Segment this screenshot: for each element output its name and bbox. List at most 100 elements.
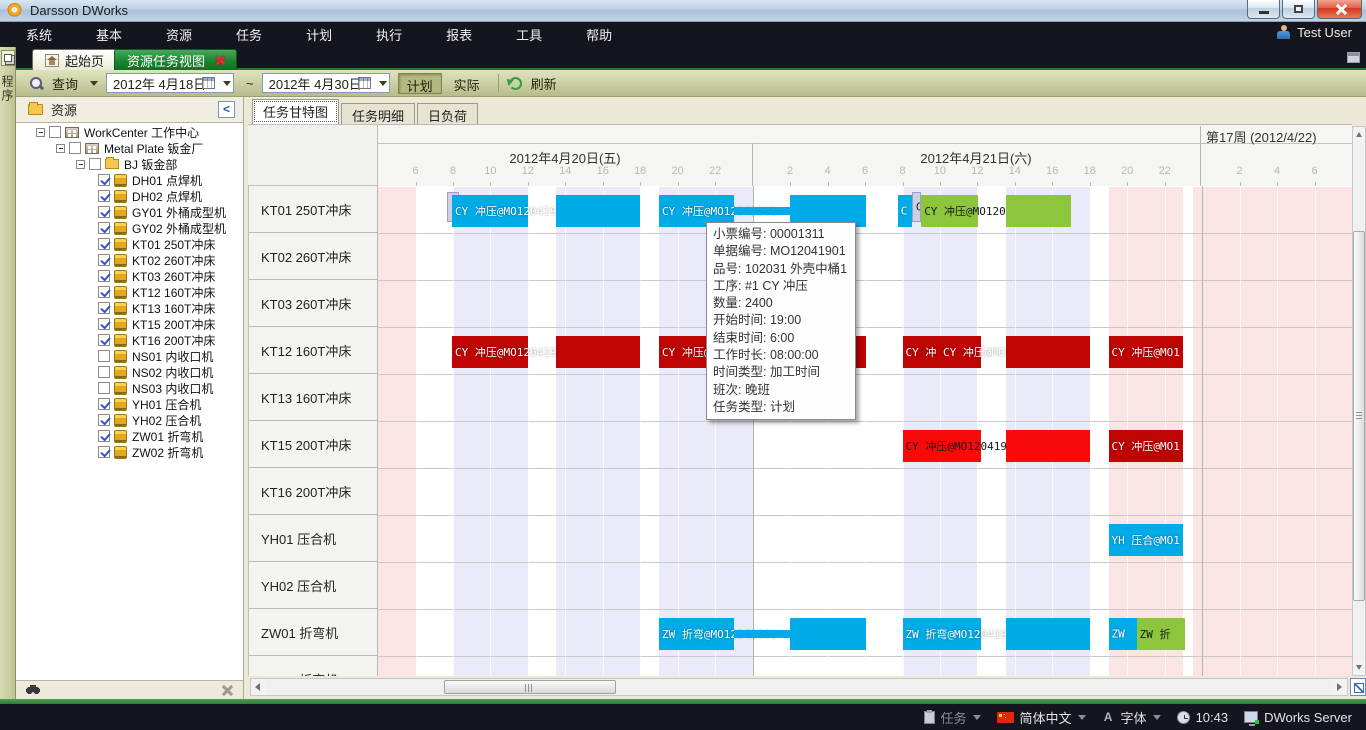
gantt-bar[interactable] <box>1006 336 1090 368</box>
tree-item[interactable]: ZW02 折弯机 <box>16 444 243 460</box>
menu-item-0[interactable]: 系统 <box>16 22 62 47</box>
checkbox[interactable] <box>98 238 110 250</box>
programs-tab[interactable] <box>1 50 15 66</box>
gantt-bar[interactable]: CY 冲压@MO12041901 <box>452 195 528 227</box>
date-from-dropdown-icon[interactable] <box>223 81 231 86</box>
checkbox[interactable] <box>49 126 61 138</box>
checkbox[interactable] <box>69 142 81 154</box>
tree-item[interactable]: KT12 160T冲床 <box>16 284 243 300</box>
gantt-bar-connector[interactable] <box>734 630 790 638</box>
menu-item-3[interactable]: 任务 <box>226 22 272 47</box>
gantt-bar[interactable]: CY 冲压@MO1 <box>1109 430 1184 462</box>
tree-item[interactable]: KT01 250T冲床 <box>16 236 243 252</box>
status-item-4[interactable]: DWorks Server <box>1244 710 1352 725</box>
menu-item-6[interactable]: 报表 <box>436 22 482 47</box>
title-bar[interactable]: Darsson DWorks <box>0 0 1366 22</box>
close-button[interactable] <box>1317 0 1362 19</box>
status-item-1[interactable]: 简体中文 <box>997 708 1086 727</box>
gantt-bar[interactable]: YH 压合@MO1 <box>1109 524 1184 556</box>
date-to-field[interactable]: 2012年 4月30日 <box>262 73 390 93</box>
tree-item[interactable]: BJ 钣金部 <box>16 156 243 172</box>
checkbox[interactable] <box>98 318 110 330</box>
date-from-field[interactable]: 2012年 4月18日 <box>106 73 234 93</box>
gantt-bar[interactable]: ZW 折弯@MO12041901 <box>903 618 982 650</box>
collapse-panel-button[interactable]: < <box>218 101 235 118</box>
checkbox[interactable] <box>98 270 110 282</box>
horizontal-scroll-thumb[interactable] <box>444 680 616 694</box>
tree-item[interactable]: KT15 200T冲床 <box>16 316 243 332</box>
gantt-bar[interactable]: C <box>898 195 912 227</box>
scroll-down-button[interactable] <box>1353 660 1365 675</box>
plan-toggle-button[interactable]: 计划 <box>398 73 442 94</box>
checkbox[interactable] <box>98 286 110 298</box>
gantt-bar[interactable] <box>556 336 640 368</box>
checkbox[interactable] <box>98 414 110 426</box>
gantt-bar[interactable]: ZW <box>1109 618 1137 650</box>
status-item-0[interactable]: 任务 <box>924 708 981 727</box>
minimize-button[interactable] <box>1247 0 1280 19</box>
date-to-dropdown-icon[interactable] <box>379 81 387 86</box>
tree-item[interactable]: YH02 压合机 <box>16 412 243 428</box>
vertical-scrollbar[interactable] <box>1352 126 1366 676</box>
tree-item[interactable]: ZW01 折弯机 <box>16 428 243 444</box>
gantt-tab-1[interactable]: 任务明细 <box>341 103 415 124</box>
tree-item[interactable]: WorkCenter 工作中心 <box>16 124 243 140</box>
tree-item[interactable]: YH01 压合机 <box>16 396 243 412</box>
checkbox[interactable] <box>98 254 110 266</box>
tree-item[interactable]: NS02 内收口机 <box>16 364 243 380</box>
gantt-bar-handle[interactable]: C <box>912 192 921 222</box>
checkbox[interactable] <box>89 158 101 170</box>
tree-item[interactable]: NS01 内收口机 <box>16 348 243 364</box>
tree-item[interactable]: KT03 260T冲床 <box>16 268 243 284</box>
gantt-bar[interactable]: ZW 折 <box>1137 618 1186 650</box>
checkbox[interactable] <box>98 190 110 202</box>
menu-item-7[interactable]: 工具 <box>506 22 552 47</box>
gantt-bar[interactable]: CY 冲压@MO12041903 <box>903 430 982 462</box>
tab-resource-task-view[interactable]: 资源任务视图 <box>114 49 237 70</box>
query-dropdown-icon[interactable] <box>90 81 98 86</box>
tree-item[interactable]: GY01 外桶成型机 <box>16 204 243 220</box>
gantt-bar[interactable] <box>1006 618 1090 650</box>
calendar-icon[interactable] <box>202 77 215 89</box>
window-list-icon[interactable] <box>1347 52 1360 63</box>
find-icon[interactable] <box>26 684 40 695</box>
gantt-bar[interactable]: CY 冲压@MO1 <box>1109 336 1184 368</box>
status-item-3[interactable]: 10:43 <box>1177 710 1229 725</box>
tree-item[interactable]: KT16 200T冲床 <box>16 332 243 348</box>
status-item-2[interactable]: A字体 <box>1102 708 1161 727</box>
tree-item[interactable]: Metal Plate 钣金厂 <box>16 140 243 156</box>
user-box[interactable]: Test User <box>1277 25 1352 40</box>
tree-item[interactable]: GY02 外桶成型机 <box>16 220 243 236</box>
gantt-bar-connector[interactable] <box>734 207 790 215</box>
checkbox[interactable] <box>98 350 110 362</box>
gantt-bar[interactable] <box>1006 430 1090 462</box>
dropdown-caret-icon[interactable] <box>1153 715 1161 720</box>
tree-item[interactable]: DH02 点焊机 <box>16 188 243 204</box>
checkbox[interactable] <box>98 446 110 458</box>
gantt-bar[interactable]: CY 冲压@MO12041902 <box>921 195 978 227</box>
tree-item[interactable]: KT02 260T冲床 <box>16 252 243 268</box>
gantt-bar[interactable] <box>1006 195 1072 227</box>
checkbox[interactable] <box>98 430 110 442</box>
checkbox[interactable] <box>98 222 110 234</box>
checkbox[interactable] <box>98 398 110 410</box>
gantt-bar[interactable]: CY 冲 CY 冲压@MO12041904 <box>903 336 982 368</box>
gantt-bar[interactable]: ZW 折弯@MO12041901 <box>659 618 734 650</box>
gantt-bar[interactable] <box>556 195 640 227</box>
dropdown-caret-icon[interactable] <box>973 715 981 720</box>
checkbox[interactable] <box>98 302 110 314</box>
gantt-bar[interactable]: CY 冲压@MO12041904 <box>452 336 528 368</box>
menu-item-1[interactable]: 基本 <box>86 22 132 47</box>
checkbox[interactable] <box>98 206 110 218</box>
query-button[interactable]: 查询 <box>48 71 82 96</box>
checkbox[interactable] <box>98 174 110 186</box>
restore-button[interactable] <box>1282 0 1315 19</box>
calendar-icon[interactable] <box>358 77 371 89</box>
horizontal-scrollbar[interactable] <box>250 678 1348 696</box>
clear-icon[interactable] <box>222 685 233 696</box>
expander-icon[interactable] <box>56 144 65 153</box>
checkbox[interactable] <box>98 366 110 378</box>
menu-item-5[interactable]: 执行 <box>366 22 412 47</box>
gantt-tab-0[interactable]: 任务甘特图 <box>252 99 339 124</box>
refresh-button[interactable]: 刷新 <box>527 71 561 96</box>
